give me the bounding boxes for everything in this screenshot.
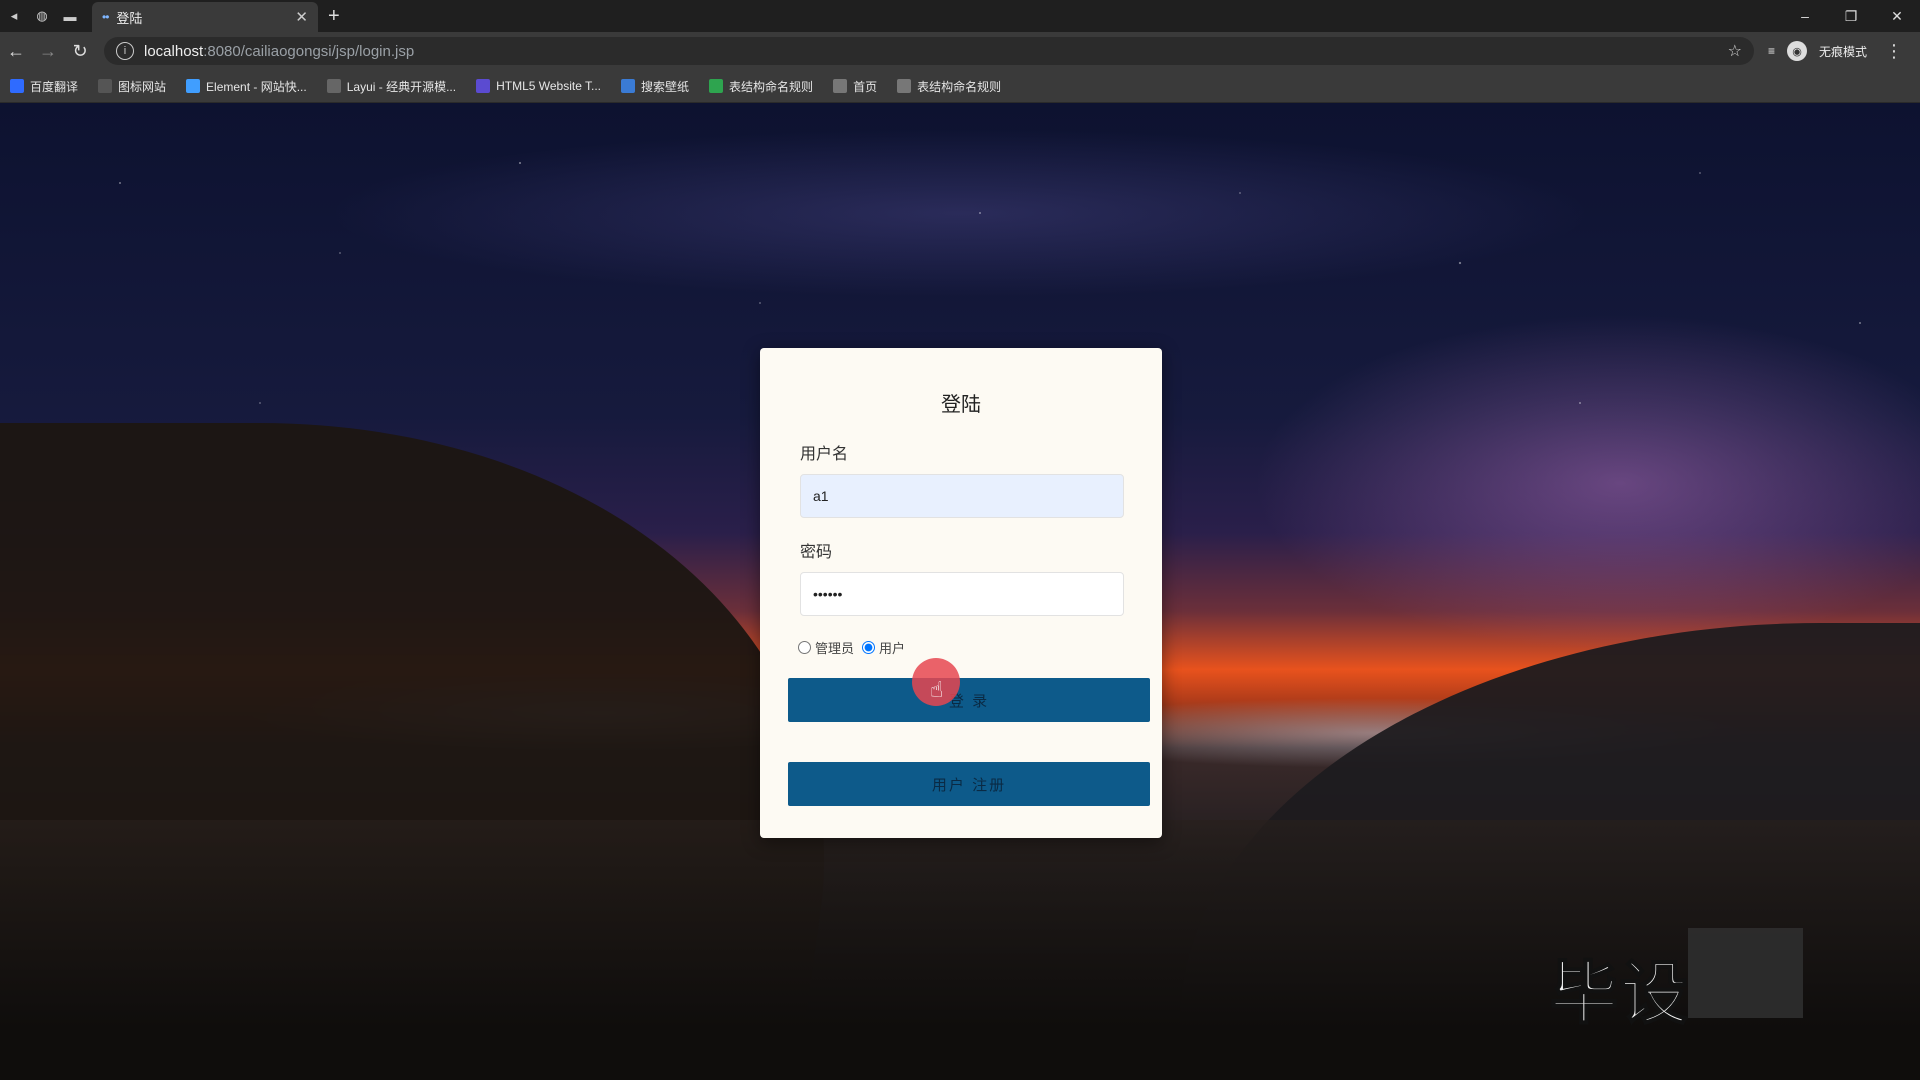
- login-title: 登陆: [941, 394, 981, 416]
- bookmark-label: 搜索壁纸: [641, 79, 690, 94]
- role-admin-radio[interactable]: [798, 641, 811, 654]
- bookmark-label: Layui - 经典开源模...: [346, 79, 457, 94]
- bookmark-item[interactable]: HTML5 Website T...: [466, 70, 611, 102]
- tab-favicon-icon: ••: [102, 10, 109, 24]
- new-tab-button[interactable]: +: [328, 5, 340, 28]
- role-admin-label: 管理员: [815, 641, 855, 656]
- bookmark-label: HTML5 Website T...: [496, 79, 602, 93]
- bookmark-label: Element - 网站快...: [206, 79, 307, 94]
- audio-icon[interactable]: ◂: [0, 0, 28, 32]
- bookmark-item[interactable]: 图标网站: [88, 70, 176, 102]
- tab-login[interactable]: •• 登陆 ✕: [92, 2, 318, 32]
- close-window-button[interactable]: ✕: [1874, 0, 1920, 32]
- window-icon[interactable]: ▬: [56, 0, 84, 32]
- role-user-radio[interactable]: [862, 641, 876, 654]
- address-bar: ← → ↻ i localhost:8080/cailiaogongsi/jsp…: [0, 32, 1920, 70]
- star-icon[interactable]: ☆: [1728, 41, 1742, 61]
- minimize-button[interactable]: –: [1782, 0, 1828, 32]
- info-icon[interactable]: i: [116, 42, 134, 60]
- profile-label[interactable]: 无痕模式: [1819, 43, 1867, 60]
- url-path: :8080/cailiaogongsi/jsp/login.jsp: [203, 42, 415, 60]
- reload-icon[interactable]: ↻: [64, 35, 96, 67]
- html5-icon: [476, 79, 491, 93]
- layui-icon: [326, 79, 341, 93]
- bookmark-item[interactable]: Element - 网站快...: [176, 70, 317, 102]
- bookmark-label: 表结构命名规则: [917, 79, 1002, 94]
- password-input[interactable]: [800, 572, 1124, 616]
- login-card: 登陆 用户名 密码 管理员 用户 登 录 用户 注册: [760, 348, 1162, 838]
- role-admin[interactable]: 管理员: [798, 638, 854, 657]
- back-icon[interactable]: ←: [0, 35, 32, 67]
- menu-icon[interactable]: ⋮: [1885, 41, 1903, 62]
- bookmark-label: 首页: [853, 79, 878, 94]
- forward-icon[interactable]: →: [32, 35, 64, 67]
- incognito-avatar-icon[interactable]: ◉: [1787, 41, 1808, 61]
- watermark-cover: [1688, 928, 1803, 1018]
- bookmark-item[interactable]: 首页: [823, 70, 887, 102]
- register-button[interactable]: 用户 注册: [788, 762, 1150, 806]
- bookmark-item[interactable]: Layui - 经典开源模...: [317, 70, 466, 102]
- tab-title: 登陆: [116, 10, 143, 26]
- element-icon: [186, 79, 201, 93]
- hand-cursor-icon: ☝: [930, 677, 944, 702]
- translate-icon: [10, 79, 24, 93]
- username-input[interactable]: [800, 474, 1124, 518]
- close-icon[interactable]: ✕: [295, 8, 308, 26]
- login-button[interactable]: 登 录: [788, 678, 1150, 722]
- password-label: 密码: [800, 544, 833, 561]
- watermark-text: 毕设: [1549, 955, 1691, 1033]
- globe-icon: [833, 79, 848, 93]
- restore-button[interactable]: ❐: [1828, 0, 1874, 32]
- browser-tab-bar: ◂ ◍ ▬ •• 登陆 ✕ + – ❐ ✕: [0, 0, 1920, 32]
- role-user-label: 用户: [879, 641, 906, 656]
- bookmark-label: 百度翻译: [30, 79, 79, 94]
- flag-icon: [98, 79, 113, 93]
- window-controls: – ❐ ✕: [1782, 0, 1920, 32]
- globe-icon[interactable]: ◍: [28, 0, 56, 32]
- globe-icon: [897, 79, 912, 93]
- bookmark-label: 表结构命名规则: [729, 79, 814, 94]
- username-label: 用户名: [800, 446, 849, 463]
- url-input[interactable]: i localhost:8080/cailiaogongsi/jsp/login…: [104, 37, 1754, 65]
- login-page-background: 登陆 用户名 密码 管理员 用户 登 录 用户 注册 ☝: [0, 103, 1920, 1080]
- role-selector: 管理员 用户: [798, 638, 913, 657]
- bookmark-item[interactable]: 百度翻译: [0, 70, 88, 102]
- reading-list-icon[interactable]: ≡: [1768, 44, 1775, 58]
- url-host: localhost: [144, 42, 204, 60]
- wallpaper-icon: [621, 79, 636, 93]
- bookmark-label: 图标网站: [118, 79, 167, 94]
- role-user[interactable]: 用户: [862, 638, 905, 657]
- bookmarks-bar: 百度翻译 图标网站 Element - 网站快... Layui - 经典开源模...…: [0, 70, 1920, 103]
- bookmark-item[interactable]: 表结构命名规则: [699, 70, 823, 102]
- bookmark-item[interactable]: 表结构命名规则: [887, 70, 1011, 102]
- bookmark-item[interactable]: 搜索壁纸: [611, 70, 699, 102]
- doc-green-icon: [709, 79, 724, 93]
